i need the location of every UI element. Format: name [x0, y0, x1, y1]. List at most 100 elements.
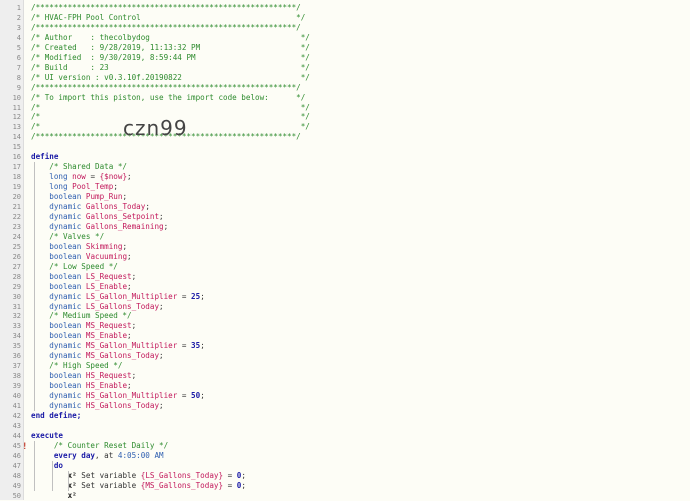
punctuation: ;: [159, 301, 164, 311]
variable-name[interactable]: MS_Gallon_Multiplier: [86, 341, 177, 350]
line-number: 27: [12, 262, 21, 271]
code-line: 16 define: [0, 152, 690, 162]
variable-name[interactable]: MS_Request: [86, 321, 132, 330]
code-line: 48 x² Set variable {LS_Gallons_Today} = …: [0, 471, 690, 481]
comment: /* Shared Data */: [31, 162, 128, 172]
variable-name[interactable]: now: [72, 172, 86, 181]
variable-name[interactable]: Gallons_Today: [86, 202, 145, 211]
indent-guide: [68, 470, 69, 491]
code-line: 49 x² Set variable {MS_Gallons_Today} = …: [0, 481, 690, 491]
code-line: 7 /* Build : 23 */: [0, 63, 690, 73]
variable-name[interactable]: Pump_Run: [86, 192, 123, 201]
code-line: 43: [0, 421, 690, 431]
line-number: 7: [16, 63, 21, 72]
breakpoint-marker[interactable]: !: [22, 442, 27, 452]
variable-name[interactable]: Gallons_Remaining: [86, 222, 164, 231]
variable-name[interactable]: LS_Gallons_Today: [86, 302, 159, 311]
import-code: czn99: [123, 116, 188, 140]
code-line: 37 /* High Speed */: [0, 361, 690, 371]
punctuation: ;: [200, 391, 205, 401]
code-area[interactable]: 1 /**************************************…: [0, 0, 690, 500]
line-number: 31: [12, 302, 21, 311]
code-text: /***************************************…: [31, 3, 301, 13]
comment: /* Valves */: [31, 231, 105, 241]
type: boolean: [31, 192, 86, 202]
code-text: boolean HS_Request;: [31, 371, 136, 381]
variable-name[interactable]: HS_Gallon_Multiplier: [86, 391, 177, 400]
punctuation: , at: [95, 450, 118, 460]
line-number: 25: [12, 242, 21, 251]
comment: /* To import this piston, use the import…: [31, 92, 306, 102]
expression[interactable]: {LS_Gallons_Today}: [141, 471, 223, 480]
code-text: long Pool_Temp;: [31, 182, 118, 192]
punctuation: ;: [241, 470, 246, 480]
variable-name[interactable]: LS_Gallon_Multiplier: [86, 292, 177, 301]
line-number: 9: [16, 83, 21, 92]
code-line: 12/* */: [0, 112, 690, 122]
type: boolean: [31, 241, 86, 251]
code-line: 20 boolean Pump_Run;: [0, 192, 690, 202]
comment: /* */: [31, 102, 310, 112]
code-line: 30 dynamic LS_Gallon_Multiplier = 25;: [0, 292, 690, 302]
line-number: 3: [16, 23, 21, 32]
line-number: 48: [12, 471, 21, 480]
punctuation: ;: [127, 172, 132, 182]
code-text: boolean Pump_Run;: [31, 192, 127, 202]
punctuation: =: [177, 391, 192, 401]
variable-name[interactable]: HS_Gallons_Today: [86, 401, 159, 410]
code-line: 34 boolean MS_Enable;: [0, 331, 690, 341]
variable-name[interactable]: HS_Enable: [86, 381, 127, 390]
variable-name[interactable]: MS_Gallons_Today: [86, 351, 159, 360]
line-number: 16: [12, 153, 21, 162]
code-line: 15: [0, 142, 690, 152]
code-text: boolean Skimming;: [31, 242, 127, 252]
code-line: 35 dynamic MS_Gallon_Multiplier = 35;: [0, 341, 690, 351]
punctuation: ;: [122, 241, 128, 251]
code-line: 29 boolean LS_Enable;: [0, 282, 690, 292]
punctuation: =: [177, 291, 192, 301]
variable-name[interactable]: Pool_Temp: [72, 182, 113, 191]
number-literal: 50: [191, 391, 201, 401]
punctuation: ;: [159, 351, 164, 361]
variable-name[interactable]: HS_Request: [86, 371, 132, 380]
type: 4:05:00 AM: [117, 450, 164, 460]
line-number: 15: [12, 143, 21, 152]
punctuation: =: [85, 172, 100, 182]
expression[interactable]: {MS_Gallons_Today}: [141, 481, 223, 490]
variable-name[interactable]: LS_Enable: [86, 282, 127, 291]
code-text: boolean Vacuuming;: [31, 252, 131, 262]
type: dynamic: [31, 391, 86, 401]
line-number: 23: [12, 222, 21, 231]
code-line: 46 every day, at 4:05:00 AM: [0, 451, 690, 461]
expression[interactable]: {$now}: [100, 172, 127, 181]
punctuation: ;: [145, 202, 150, 211]
type: boolean: [31, 271, 86, 281]
code-line: 23 dynamic Gallons_Remaining;: [0, 222, 690, 232]
code-text: /* Modified : 9/30/2019, 8:59:44 PM */: [31, 53, 310, 63]
comment: /* Created : 9/28/2019, 11:13:32 PM */: [31, 42, 310, 52]
code-text: /* Low Speed */: [31, 262, 118, 272]
code-text: /* Shared Data */: [31, 162, 127, 172]
code-line: 11 /* */: [0, 103, 690, 113]
code-line: 44 execute: [0, 431, 690, 441]
variable-name[interactable]: Gallons_Setpoint: [86, 212, 159, 221]
punctuation: ;: [241, 480, 246, 490]
variable-name[interactable]: Vacuuming: [86, 252, 127, 261]
comment: /* Low Speed */: [31, 261, 118, 271]
line-number: 14: [12, 133, 21, 142]
punctuation: =: [223, 480, 237, 490]
variable-name[interactable]: MS_Enable: [86, 331, 127, 340]
type: dynamic: [31, 221, 86, 231]
code-line: 33 boolean MS_Request;: [0, 321, 690, 331]
comment: /***************************************…: [31, 3, 301, 12]
code-line: 47 do: [0, 461, 690, 471]
variable-name[interactable]: LS_Request: [86, 272, 132, 281]
code-line: 28 boolean LS_Request;: [0, 272, 690, 282]
punctuation: ;: [200, 341, 205, 351]
variable-name[interactable]: Skimming: [86, 242, 123, 251]
comment: /* High Speed */: [31, 361, 123, 371]
keyword: end define;: [31, 410, 82, 420]
code-line: 21 dynamic Gallons_Today;: [0, 202, 690, 212]
line-number: 17: [12, 163, 21, 172]
type: dynamic: [31, 211, 86, 221]
